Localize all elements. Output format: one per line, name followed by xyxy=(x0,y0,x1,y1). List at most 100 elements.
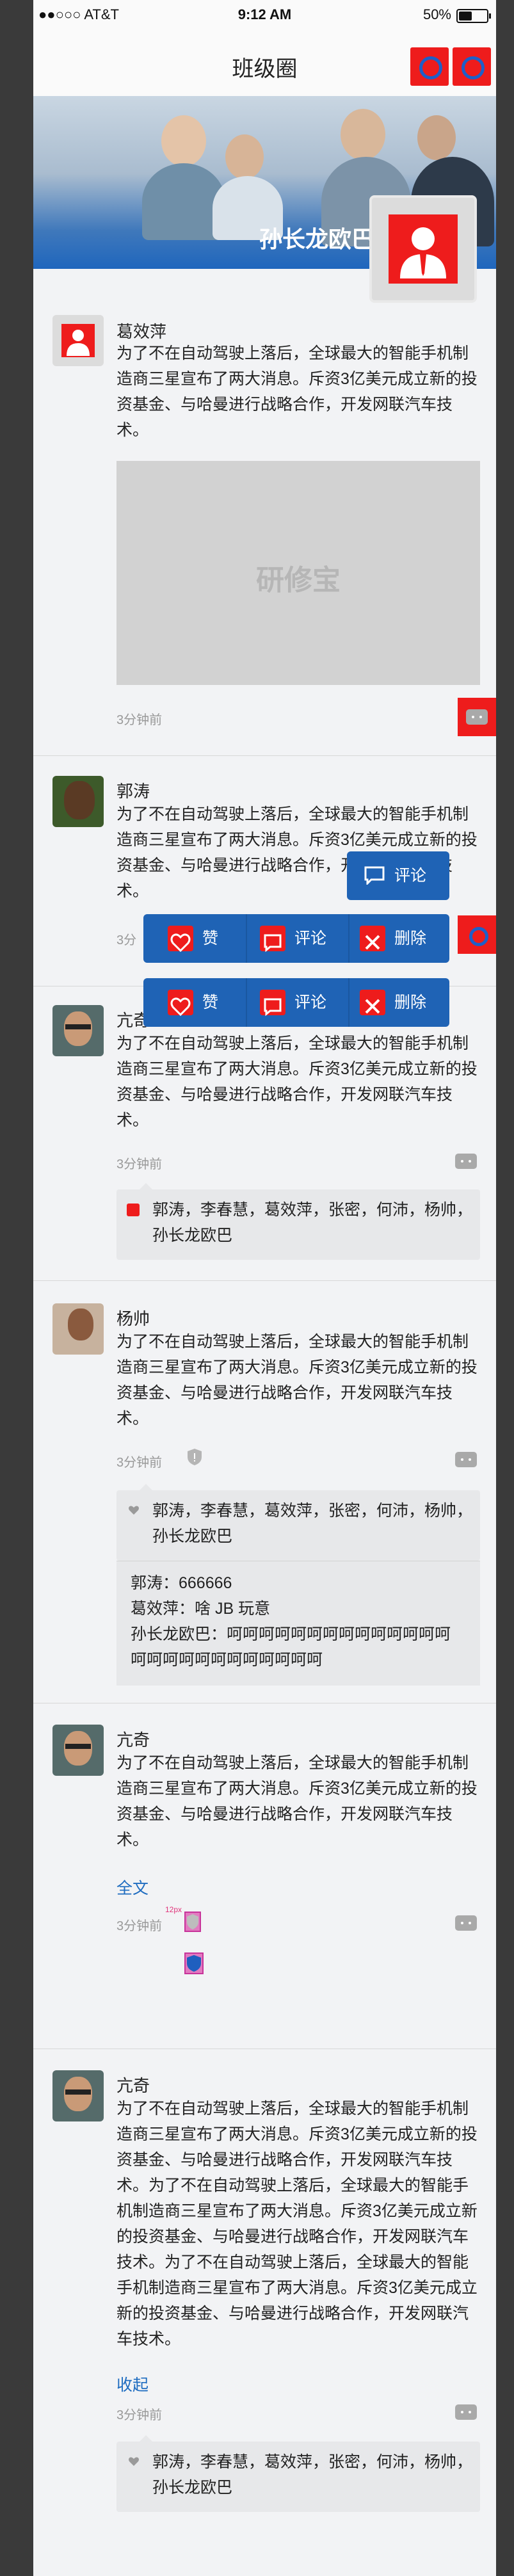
like-action[interactable]: 赞 xyxy=(143,978,246,1027)
shield-icon[interactable] xyxy=(187,1448,202,1466)
shield-icon[interactable] xyxy=(184,1912,201,1932)
comment-label: 评论 xyxy=(294,930,327,947)
post-time: 3分钟前 xyxy=(116,1456,163,1470)
post-author[interactable]: 杨帅 xyxy=(116,1306,150,1330)
action-popup: 赞 评论 删除 xyxy=(143,914,449,963)
heart-icon xyxy=(168,990,193,1017)
close-icon xyxy=(360,990,385,1015)
more-button[interactable] xyxy=(458,698,496,736)
banner-photo-person xyxy=(161,115,206,166)
post-author[interactable]: 郭涛 xyxy=(116,778,150,802)
likes-panel: 郭涛，李春慧，葛效萍，张密，何沛，杨帅，孙长龙欧巴 xyxy=(116,2435,480,2512)
shield-icon[interactable] xyxy=(184,1952,204,1974)
delete-label: 删除 xyxy=(394,994,427,1011)
heart-icon xyxy=(127,1203,140,1216)
likes-list: 郭涛，李春慧，葛效萍，张密，何沛，杨帅，孙长龙欧巴 xyxy=(152,1502,473,1545)
post-content: 为了不在自动驾驶上落后，全球最大的智能手机制造商三星宣布了两大消息。斥资3亿美元… xyxy=(116,1333,478,1428)
avatar-face xyxy=(64,781,95,819)
comment-item[interactable]: 郭涛：666666 xyxy=(116,1570,480,1596)
avatar[interactable] xyxy=(52,1303,104,1355)
delete-label: 删除 xyxy=(394,930,427,947)
glasses xyxy=(65,2089,91,2095)
post-time: 3分钟前 xyxy=(116,1919,163,1933)
likes-list: 郭涛，李春慧，葛效萍，张密，何沛，杨帅，孙长龙欧巴 xyxy=(152,1201,473,1244)
comment-action[interactable]: 评论 xyxy=(247,978,348,1027)
post-content: 为了不在自动驾驶上落后，全球最大的智能手机制造商三星宣布了两大消息。斥资3亿美元… xyxy=(116,1754,478,1849)
measurement-annotation: 12px xyxy=(165,1905,182,1914)
status-bar: ●●○○○ AT&T 9:12 AM 50% xyxy=(33,0,496,28)
message-button[interactable] xyxy=(453,47,491,86)
avatar[interactable] xyxy=(52,2070,104,2121)
phone-screen: ●●○○○ AT&T 9:12 AM 50% 班级圈 孙长龙欧巴 葛效萍 为了不… xyxy=(33,0,496,2576)
battery-percent: 50% xyxy=(422,6,451,22)
heart-icon xyxy=(129,2457,139,2466)
expand-link[interactable]: 全文 xyxy=(116,1876,149,1899)
comment-item[interactable]: 葛效萍：啥 JB 玩意 xyxy=(116,1596,480,1622)
comment-button[interactable] xyxy=(455,2404,477,2420)
post-content: 为了不在自动驾驶上落后，全球最大的智能手机制造商三星宣布了两大消息。斥资3亿美元… xyxy=(116,344,478,439)
post-time: 3分钟前 xyxy=(116,2408,163,2422)
likes-list: 郭涛，李春慧，葛效萍，张密，何沛，杨帅，孙长龙欧巴 xyxy=(152,2453,473,2497)
comment-action-label: 评论 xyxy=(394,867,427,885)
battery-icon xyxy=(456,9,491,23)
user-avatar-icon xyxy=(389,214,458,284)
user-avatar-icon xyxy=(61,324,95,357)
more-button[interactable] xyxy=(458,915,496,954)
post-author[interactable]: 亢奇 xyxy=(116,2073,150,2097)
delete-action[interactable]: 删除 xyxy=(349,914,449,963)
camera-button[interactable] xyxy=(410,47,449,86)
likes-panel: 郭涛，李春慧，葛效萍，张密，何沛，杨帅，孙长龙欧巴 xyxy=(116,1183,480,1260)
banner-photo-person xyxy=(341,109,385,160)
feed-post: 亢奇 为了不在自动驾驶上落后，全球最大的智能手机制造商三星宣布了两大消息。斥资3… xyxy=(33,986,496,1281)
post-author[interactable]: 葛效萍 xyxy=(116,319,166,342)
avatar[interactable] xyxy=(52,776,104,827)
message-icon xyxy=(462,56,485,79)
feed-post: 葛效萍 为了不在自动驾驶上落后，全球最大的智能手机制造商三星宣布了两大消息。斥资… xyxy=(33,301,496,756)
comment-popup[interactable]: 评论 xyxy=(347,851,449,900)
post-time: 3分钟前 xyxy=(116,1157,163,1171)
comment-icon xyxy=(364,866,385,885)
comments-panel: 郭涛：666666 葛效萍：啥 JB 玩意 孙长龙欧巴：呵呵呵呵呵呵呵呵呵呵呵呵… xyxy=(116,1561,480,1686)
like-action[interactable]: 赞 xyxy=(143,914,246,963)
banner-username: 孙长龙欧巴 xyxy=(259,226,374,252)
comment-label: 评论 xyxy=(294,994,327,1011)
post-image[interactable]: 研修宝 xyxy=(116,461,480,685)
likes-panel: 郭涛，李春慧，葛效萍，张密，何沛，杨帅，孙长龙欧巴 xyxy=(116,1484,480,1561)
profile-avatar[interactable] xyxy=(369,195,477,303)
post-time: 3分钟前 xyxy=(116,713,163,727)
glasses xyxy=(65,1744,91,1749)
banner-photo-person xyxy=(225,134,264,179)
collapse-link[interactable]: 收起 xyxy=(116,2372,149,2395)
comment-icon xyxy=(260,990,285,1017)
close-icon xyxy=(360,926,385,951)
glasses xyxy=(65,1024,91,1029)
post-content: 为了不在自动驾驶上落后，全球最大的智能手机制造商三星宣布了两大消息。斥资3亿美元… xyxy=(116,2100,478,2348)
avatar-face xyxy=(68,1308,93,1340)
feed-post: 亢奇 为了不在自动驾驶上落后，全球最大的智能手机制造商三星宣布了两大消息。斥资3… xyxy=(33,1703,496,2049)
comment-button[interactable] xyxy=(455,1452,477,1467)
image-watermark: 研修宝 xyxy=(256,565,341,596)
comment-button[interactable] xyxy=(455,1154,477,1169)
comment-icon xyxy=(260,926,285,953)
feed-post: 杨帅 为了不在自动驾驶上落后，全球最大的智能手机制造商三星宣布了两大消息。斥资3… xyxy=(33,1280,496,1703)
comment-button[interactable] xyxy=(455,1915,477,1931)
post-author[interactable]: 亢奇 xyxy=(116,1727,150,1751)
post-content: 为了不在自动驾驶上落后，全球最大的智能手机制造商三星宣布了两大消息。斥资3亿美元… xyxy=(116,1034,478,1129)
avatar[interactable] xyxy=(52,1005,104,1056)
delete-action[interactable]: 删除 xyxy=(349,978,449,1027)
avatar[interactable] xyxy=(52,1725,104,1776)
post-time: 3分 xyxy=(116,933,137,947)
comment-icon xyxy=(466,709,488,725)
comment-action[interactable]: 评论 xyxy=(247,914,348,963)
heart-icon xyxy=(129,1506,139,1515)
like-label: 赞 xyxy=(202,930,219,947)
heart-icon xyxy=(168,926,193,953)
comment-item[interactable]: 孙长龙欧巴：呵呵呵呵呵呵呵呵呵呵呵呵呵呵呵呵呵呵呵呵呵呵呵呵呵呵 xyxy=(116,1622,480,1673)
feed-post: 亢奇 为了不在自动驾驶上落后，全球最大的智能手机制造商三星宣布了两大消息。斥资3… xyxy=(33,2049,496,2576)
more-icon xyxy=(469,927,488,946)
avatar[interactable] xyxy=(52,315,104,366)
banner-photo-person xyxy=(417,115,456,160)
like-label: 赞 xyxy=(202,994,219,1011)
camera-icon xyxy=(419,56,442,79)
nav-bar: 班级圈 xyxy=(33,28,496,97)
